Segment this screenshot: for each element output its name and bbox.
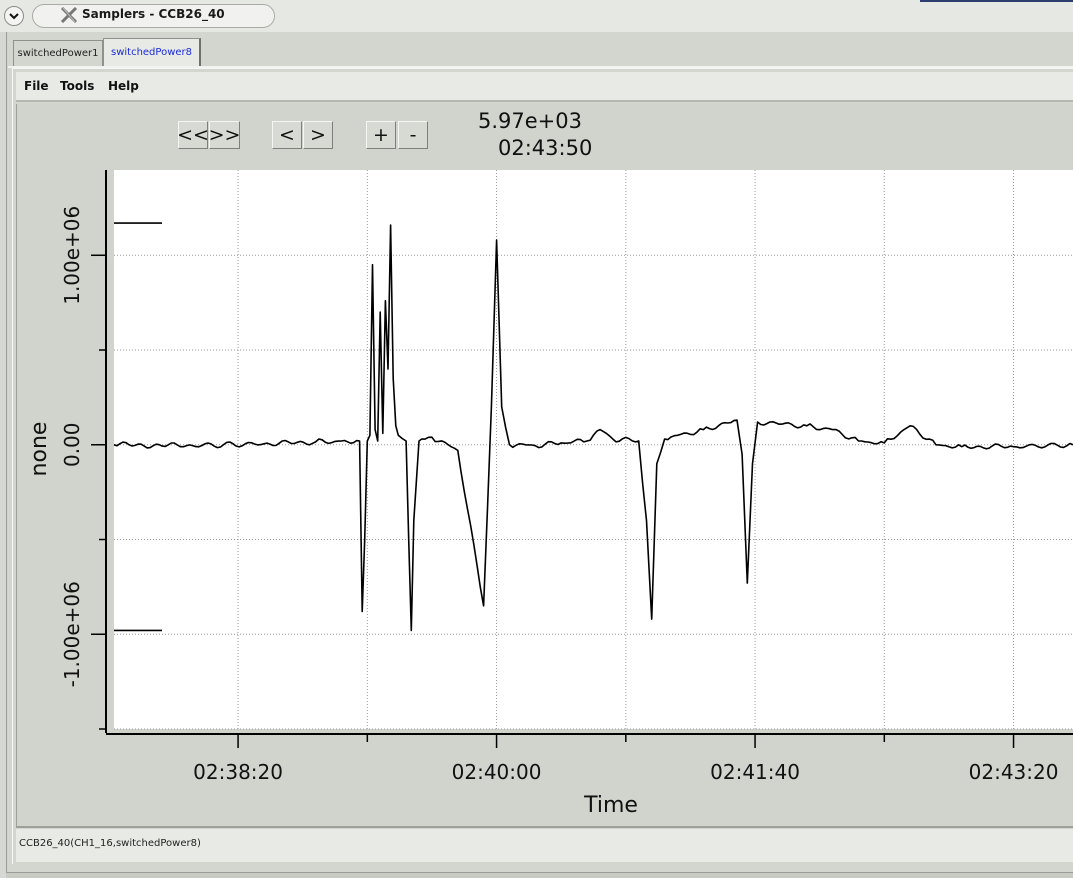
- tab-label: switchedPower1: [17, 48, 99, 59]
- menu-tools[interactable]: Tools: [60, 79, 94, 93]
- window-titlebar: Samplers - CCB26_40: [0, 0, 1073, 32]
- scroll-prev-button[interactable]: <: [272, 121, 302, 149]
- statusbar-divider: [16, 826, 1073, 828]
- cursor-value-readout: 5.97e+03: [478, 109, 582, 133]
- tab-switchedpower1[interactable]: switchedPower1: [13, 40, 103, 66]
- cursor-time-readout: 02:43:50: [498, 136, 593, 160]
- window-menu-button[interactable]: [4, 6, 24, 26]
- menu-file[interactable]: File: [24, 79, 49, 93]
- scroll-next-button[interactable]: >: [303, 121, 333, 149]
- tab-switchedpower8[interactable]: switchedPower8: [103, 38, 201, 66]
- tab-label: switchedPower8: [110, 47, 193, 58]
- plot-area[interactable]: [114, 170, 1073, 729]
- titlebar-accent: [920, 0, 1073, 2]
- menubar-divider: [16, 100, 1073, 102]
- zoom-in-button[interactable]: +: [366, 121, 396, 149]
- zoom-out-button[interactable]: -: [398, 121, 428, 149]
- menu-help[interactable]: Help: [108, 79, 139, 93]
- scroll-first-button[interactable]: <<: [177, 121, 209, 149]
- x-logo-icon: [60, 6, 78, 24]
- scroll-last-button[interactable]: >>: [209, 121, 240, 149]
- window-bottom-edge: [6, 872, 1073, 878]
- window-title: Samplers - CCB26_40: [82, 7, 225, 21]
- status-text: CCB26_40(CH1_16,switchedPower8): [19, 838, 201, 849]
- menubar: [16, 72, 1073, 100]
- chevron-down-icon: [8, 10, 20, 22]
